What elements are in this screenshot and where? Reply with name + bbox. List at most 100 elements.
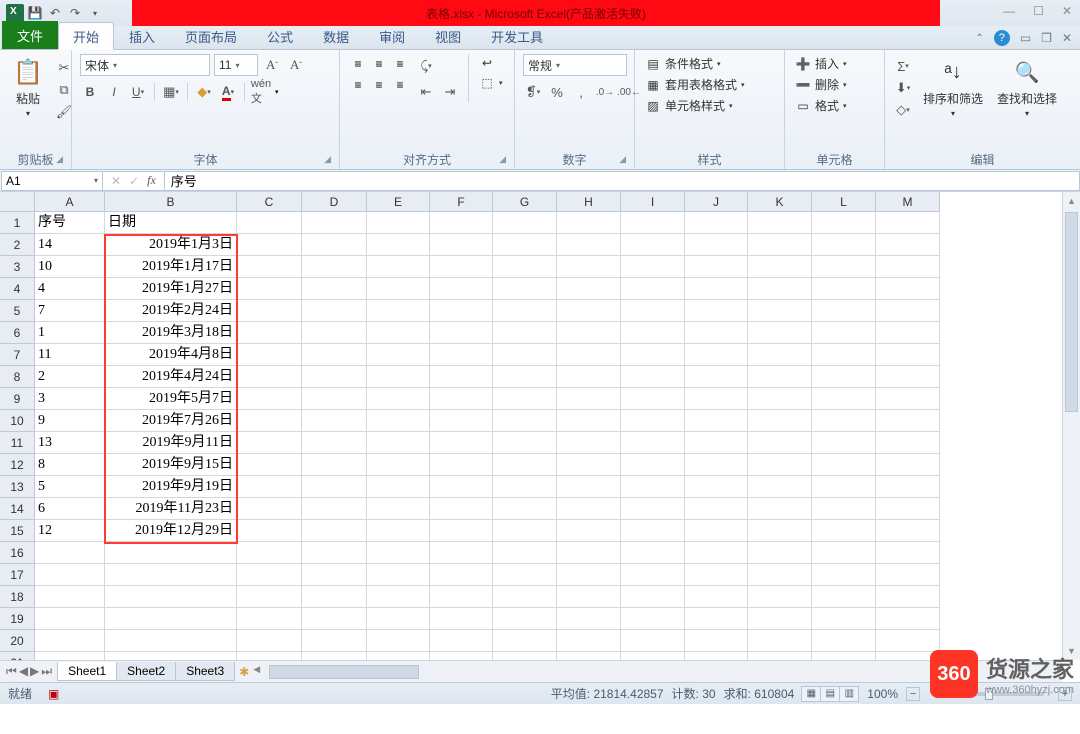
cell[interactable]: [621, 630, 685, 652]
cell[interactable]: [105, 564, 237, 586]
cell[interactable]: [430, 608, 493, 630]
cell[interactable]: [748, 476, 812, 498]
cell[interactable]: [557, 498, 621, 520]
align-right-icon[interactable]: ≡: [390, 75, 410, 95]
cell[interactable]: 序号: [35, 212, 105, 234]
cell[interactable]: [748, 564, 812, 586]
cell[interactable]: [621, 432, 685, 454]
cell[interactable]: [812, 564, 876, 586]
format-as-table-button[interactable]: ▦套用表格格式▾: [643, 75, 747, 94]
cell[interactable]: [621, 234, 685, 256]
cell[interactable]: [748, 344, 812, 366]
cell[interactable]: [876, 498, 940, 520]
cell[interactable]: 2019年1月27日: [105, 278, 237, 300]
cell[interactable]: [621, 608, 685, 630]
cell[interactable]: [557, 564, 621, 586]
cell[interactable]: [621, 388, 685, 410]
italic-icon[interactable]: I: [104, 82, 124, 102]
cell[interactable]: [557, 388, 621, 410]
cell[interactable]: [367, 212, 430, 234]
number-format-combo[interactable]: 常规▾: [523, 54, 627, 76]
cell[interactable]: [685, 542, 748, 564]
help-icon[interactable]: ?: [994, 30, 1010, 46]
cell[interactable]: [621, 212, 685, 234]
cell[interactable]: [685, 278, 748, 300]
cell[interactable]: [430, 586, 493, 608]
cell[interactable]: [876, 542, 940, 564]
row-header[interactable]: 4: [0, 278, 35, 300]
cell[interactable]: [493, 564, 557, 586]
cut-icon[interactable]: ✂: [54, 58, 74, 78]
cell[interactable]: [812, 520, 876, 542]
cell[interactable]: [557, 586, 621, 608]
cell[interactable]: [493, 608, 557, 630]
cell[interactable]: [876, 630, 940, 652]
cell[interactable]: [302, 586, 367, 608]
cell[interactable]: [748, 432, 812, 454]
cell[interactable]: [493, 234, 557, 256]
cell[interactable]: [876, 322, 940, 344]
cell[interactable]: [367, 498, 430, 520]
percent-icon[interactable]: %: [547, 82, 567, 102]
cell[interactable]: [302, 234, 367, 256]
cell[interactable]: [493, 586, 557, 608]
scrollbar-thumb[interactable]: [269, 665, 419, 679]
cell[interactable]: [685, 212, 748, 234]
cell[interactable]: 日期: [105, 212, 237, 234]
cell[interactable]: [876, 300, 940, 322]
cell[interactable]: [621, 322, 685, 344]
cell[interactable]: 2019年9月19日: [105, 476, 237, 498]
cell[interactable]: [876, 234, 940, 256]
cell[interactable]: [876, 586, 940, 608]
next-sheet-icon[interactable]: ▶: [30, 664, 39, 679]
cell[interactable]: [302, 542, 367, 564]
cell[interactable]: [367, 388, 430, 410]
cell[interactable]: [812, 476, 876, 498]
cell[interactable]: 2019年1月3日: [105, 234, 237, 256]
column-header[interactable]: J: [685, 192, 748, 212]
scroll-left-icon[interactable]: ◀: [253, 664, 260, 675]
row-header[interactable]: 3: [0, 256, 35, 278]
cell[interactable]: [876, 432, 940, 454]
cell[interactable]: [302, 388, 367, 410]
clear-icon[interactable]: ◇▾: [893, 100, 913, 120]
font-size-combo[interactable]: 11▾: [214, 54, 258, 76]
cell[interactable]: [430, 498, 493, 520]
cell[interactable]: [748, 454, 812, 476]
cell[interactable]: [685, 300, 748, 322]
cell[interactable]: [621, 410, 685, 432]
align-middle-icon[interactable]: ≡: [369, 54, 389, 74]
cell[interactable]: [812, 278, 876, 300]
cell[interactable]: [302, 608, 367, 630]
cell[interactable]: [302, 520, 367, 542]
column-header[interactable]: D: [302, 192, 367, 212]
increase-decimal-icon[interactable]: .0→: [595, 82, 615, 102]
cell[interactable]: [430, 322, 493, 344]
cell[interactable]: [237, 542, 302, 564]
row-header[interactable]: 1: [0, 212, 35, 234]
sheet-tab[interactable]: Sheet1: [57, 662, 117, 681]
cell[interactable]: [35, 542, 105, 564]
cell[interactable]: [493, 366, 557, 388]
dialog-launcher-icon[interactable]: ◢: [56, 154, 63, 165]
cell[interactable]: [685, 410, 748, 432]
cell[interactable]: [812, 300, 876, 322]
cell[interactable]: [685, 322, 748, 344]
cell[interactable]: [812, 498, 876, 520]
cell[interactable]: [621, 586, 685, 608]
format-painter-icon[interactable]: 🖌: [54, 102, 74, 122]
column-header[interactable]: C: [237, 192, 302, 212]
align-center-icon[interactable]: ≡: [369, 75, 389, 95]
cell[interactable]: 4: [35, 278, 105, 300]
align-left-icon[interactable]: ≡: [348, 75, 368, 95]
cell[interactable]: [367, 476, 430, 498]
wrap-text-button[interactable]: ↩: [477, 54, 505, 72]
row-header[interactable]: 9: [0, 388, 35, 410]
cell[interactable]: [367, 322, 430, 344]
cell[interactable]: [748, 366, 812, 388]
new-sheet-icon[interactable]: ✱: [239, 665, 249, 679]
cell[interactable]: 11: [35, 344, 105, 366]
zoom-level[interactable]: 100%: [867, 687, 898, 701]
cell[interactable]: 13: [35, 432, 105, 454]
cell[interactable]: [237, 454, 302, 476]
